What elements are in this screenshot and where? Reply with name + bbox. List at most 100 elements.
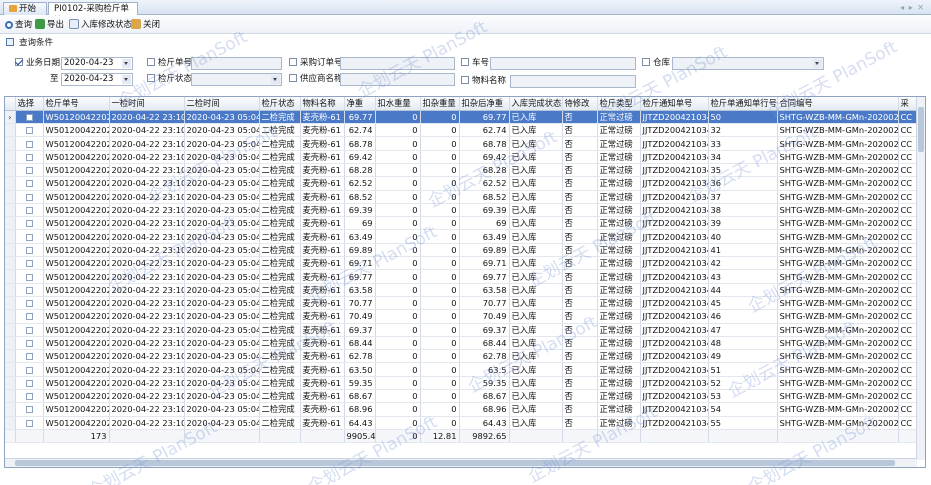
checkbox-icon[interactable] <box>25 419 33 427</box>
table-row[interactable]: W50120042202312020-04-22 23:10:082020-04… <box>5 163 924 178</box>
row-select-checkbox[interactable] <box>15 323 44 337</box>
column-header[interactable]: 扣杂后净重 <box>459 97 510 111</box>
checkbox-icon[interactable] <box>25 153 33 161</box>
column-header[interactable]: 合同编号 <box>777 97 899 111</box>
warehouse-select[interactable] <box>672 57 824 70</box>
tab-home[interactable]: 开始页 <box>3 2 47 26</box>
column-header[interactable]: 待修改 <box>562 97 598 111</box>
column-header[interactable]: 选择 <box>15 97 44 111</box>
row-select-checkbox[interactable] <box>15 136 44 151</box>
row-select-checkbox[interactable] <box>15 283 44 297</box>
table-row[interactable]: W50120042202252020-04-22 23:10:082020-04… <box>5 243 924 258</box>
close-button[interactable]: 关闭 <box>131 18 160 32</box>
table-row[interactable]: W50120042202182020-04-22 23:10:082020-04… <box>5 336 924 351</box>
checkbox-icon[interactable] <box>25 379 33 387</box>
table-row[interactable]: W50120042202142020-04-22 23:10:082020-04… <box>5 376 924 391</box>
row-select-checkbox[interactable] <box>15 362 44 377</box>
warehouse-checkbox[interactable] <box>642 58 650 66</box>
row-select-checkbox[interactable] <box>15 416 44 430</box>
row-select-checkbox[interactable] <box>15 402 44 417</box>
table-row[interactable]: W50120042202302020-04-22 23:10:082020-04… <box>5 176 924 191</box>
row-select-checkbox[interactable] <box>15 123 44 138</box>
table-row[interactable]: W50120042202342020-04-22 23:10:082020-04… <box>5 123 924 138</box>
checkbox-icon[interactable] <box>25 260 33 268</box>
column-header[interactable]: 扣水重量 <box>375 97 421 111</box>
checkbox-icon[interactable] <box>25 167 33 175</box>
weigh-no-input[interactable] <box>191 57 282 70</box>
table-row[interactable]: W50120042202202020-04-22 23:10:082020-04… <box>5 309 924 324</box>
checkbox-icon[interactable] <box>25 127 33 135</box>
checkbox-icon[interactable] <box>25 140 33 148</box>
column-header[interactable]: 一检时间 <box>109 97 185 111</box>
row-select-checkbox[interactable] <box>15 243 44 258</box>
column-header[interactable]: 净重 <box>344 97 376 111</box>
weigh-status-select[interactable] <box>191 73 282 86</box>
row-select-checkbox[interactable] <box>15 110 44 125</box>
inbound-status-button[interactable]: 入库修改状态 <box>69 18 132 32</box>
column-header[interactable]: 检斤类型 <box>597 97 641 111</box>
row-select-checkbox[interactable] <box>15 269 44 284</box>
checkbox-icon[interactable] <box>25 339 33 347</box>
table-row[interactable]: W50120042202272020-04-22 23:10:082020-04… <box>5 216 924 231</box>
row-select-checkbox[interactable] <box>15 203 44 218</box>
checkbox-icon[interactable] <box>25 313 33 321</box>
po-no-filter[interactable]: 采购订单号 <box>289 56 343 70</box>
po-no-input[interactable] <box>340 57 455 70</box>
table-row[interactable]: W50120042202292020-04-22 23:10:082020-04… <box>5 190 924 204</box>
table-row[interactable]: W50120042202192020-04-22 23:10:082020-04… <box>5 323 924 337</box>
table-row[interactable]: W50120042202222020-04-22 23:10:082020-04… <box>5 283 924 297</box>
checkbox-icon[interactable] <box>25 207 33 215</box>
row-select-checkbox[interactable] <box>15 163 44 178</box>
window-controls[interactable]: ◂ ▸ ✕ <box>900 3 925 12</box>
row-select-checkbox[interactable] <box>15 176 44 191</box>
material-filter[interactable]: 物料名称 <box>461 74 506 88</box>
checkbox-icon[interactable] <box>25 406 33 414</box>
row-select-checkbox[interactable] <box>15 216 44 231</box>
row-select-checkbox[interactable] <box>15 296 44 311</box>
export-button[interactable]: 导出 <box>35 18 64 32</box>
vertical-scrollbar[interactable] <box>916 97 925 460</box>
row-select-checkbox[interactable] <box>15 256 44 271</box>
po-no-checkbox[interactable] <box>289 58 297 66</box>
checkbox-icon[interactable] <box>25 393 33 401</box>
vehicle-checkbox[interactable] <box>461 58 469 66</box>
supplier-checkbox[interactable] <box>289 74 297 82</box>
row-select-checkbox[interactable] <box>15 150 44 164</box>
weigh-no-checkbox[interactable] <box>147 58 155 66</box>
table-row[interactable]: W50120042202262020-04-22 23:10:082020-04… <box>5 229 924 244</box>
supplier-input[interactable] <box>340 73 455 86</box>
checkbox-icon[interactable] <box>25 193 33 201</box>
column-header[interactable]: 入库完成状态 <box>509 97 563 111</box>
table-row[interactable]: W50120042202122020-04-22 23:10:082020-04… <box>5 402 924 417</box>
date-from-input[interactable]: 2020-04-23 <box>61 57 133 70</box>
scroll-thumb[interactable] <box>918 107 924 152</box>
chevron-down-icon[interactable] <box>122 59 131 68</box>
column-header[interactable]: 扣杂重量 <box>420 97 460 111</box>
weigh-no-filter[interactable]: 检斤单号 <box>147 56 192 70</box>
vehicle-filter[interactable]: 车号 <box>461 56 489 70</box>
row-select-checkbox[interactable] <box>15 229 44 244</box>
column-header[interactable]: 检斤通知单号 <box>640 97 709 111</box>
column-header[interactable]: 二检时间 <box>184 97 260 111</box>
weigh-status-filter[interactable]: 检斤状态 <box>147 72 192 86</box>
checkbox-icon[interactable] <box>25 113 33 121</box>
row-select-checkbox[interactable] <box>15 336 44 351</box>
weigh-status-checkbox[interactable] <box>147 74 155 82</box>
column-header[interactable]: 检斤单号 <box>43 97 110 111</box>
column-header[interactable]: 检斤状态 <box>259 97 301 111</box>
column-header[interactable]: 物料名称 <box>300 97 345 111</box>
table-row[interactable]: W50120042202242020-04-22 23:10:082020-04… <box>5 256 924 271</box>
material-checkbox[interactable] <box>461 76 469 84</box>
table-row[interactable]: W50120042202132020-04-22 23:10:082020-04… <box>5 389 924 404</box>
business-date-checkbox[interactable] <box>15 58 23 66</box>
table-row[interactable]: W50120042202162020-04-22 23:10:082020-04… <box>5 362 924 377</box>
column-header[interactable]: 检斤单通知单行号 <box>708 97 778 111</box>
checkbox-icon[interactable] <box>25 220 33 228</box>
table-row[interactable]: W50120042202212020-04-22 23:10:082020-04… <box>5 296 924 311</box>
chevron-down-icon[interactable] <box>122 75 131 84</box>
row-select-checkbox[interactable] <box>15 309 44 324</box>
vehicle-input[interactable] <box>490 57 636 70</box>
row-select-checkbox[interactable] <box>15 349 44 364</box>
tab-purchase-weigh-manager[interactable]: PI0102-采购检斤单管理 <box>48 2 138 26</box>
checkbox-icon[interactable] <box>25 300 33 308</box>
